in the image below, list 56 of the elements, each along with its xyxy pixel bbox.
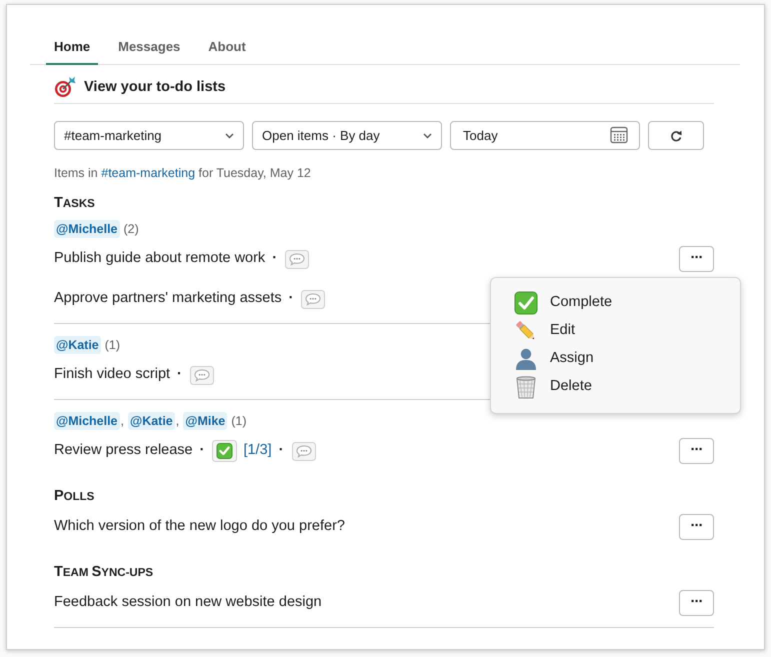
refresh-button[interactable] [648,121,704,150]
check-icon [514,291,538,315]
menu-item[interactable]: Edit [514,317,575,345]
tab[interactable]: Home [46,30,98,65]
item-title: Publish guide about remote work [54,249,266,268]
item-count: (2) [124,221,139,238]
item-title: Finish video script [54,365,170,384]
channel-dropdown[interactable]: #team-marketing [54,121,244,150]
menu-item[interactable]: Delete [514,373,592,401]
mention-tag[interactable]: @Michelle [54,220,120,238]
dot-separator: · [200,441,204,460]
more-button[interactable]: ··· [679,590,714,616]
section-heading: POLLS [54,487,96,506]
menu-item[interactable]: Complete [514,289,612,317]
tab[interactable]: About [200,30,254,65]
chevron-down-icon [423,132,432,138]
dot-separator: · [177,365,182,384]
mention-tag[interactable]: @Mike [183,412,228,430]
tab[interactable]: Messages [110,30,188,65]
item-count: (1) [104,337,120,354]
mention-tag[interactable]: @Katie [128,412,175,430]
comma-separator: , [176,413,180,430]
item-title: Which version of the new logo do you prefer? [54,517,345,536]
more-button[interactable]: ··· [679,438,714,464]
calendar-icon[interactable] [610,126,628,144]
menu-item[interactable]: Assign [514,345,594,373]
item-title: Review press release [54,441,193,460]
dot-separator: · [288,289,294,308]
speech-bubble-icon[interactable] [301,290,326,308]
item-count: (1) [231,413,247,430]
dot-separator: · [278,441,284,460]
item-title: Feedback session on new website design [54,593,322,612]
speech-bubble-icon[interactable] [190,366,214,384]
checkmark-icon[interactable] [212,440,238,462]
trash-icon [514,375,538,399]
mention-tag[interactable]: @Michelle [54,412,120,430]
dot-separator: · [272,249,278,268]
channel-link[interactable]: #team-marketing [101,166,196,180]
items-caption: Items in #team-marketing for Tuesday, May 12 [54,165,312,182]
item-title: Approve partners' marketing assets [54,289,282,308]
progress-link[interactable]: [1/3] [243,440,272,462]
section-heading: TEAM SYNC-UPS [54,563,154,582]
section-heading: TASKS [54,194,96,213]
date-field[interactable]: Today [450,121,640,150]
chevron-down-icon [225,132,234,138]
dartboard-icon [54,76,76,98]
refresh-icon [670,130,682,142]
more-button[interactable]: ··· [679,246,714,272]
person-icon [514,347,538,371]
speech-bubble-icon[interactable] [292,442,316,460]
view-dropdown[interactable]: Open items · By day [252,121,442,150]
mention-tag[interactable]: @Katie [54,336,101,354]
more-button[interactable]: ··· [679,514,714,540]
comma-separator: , [120,413,124,430]
page-title: View your to-do lists [84,78,226,97]
speech-bubble-icon[interactable] [285,250,310,268]
